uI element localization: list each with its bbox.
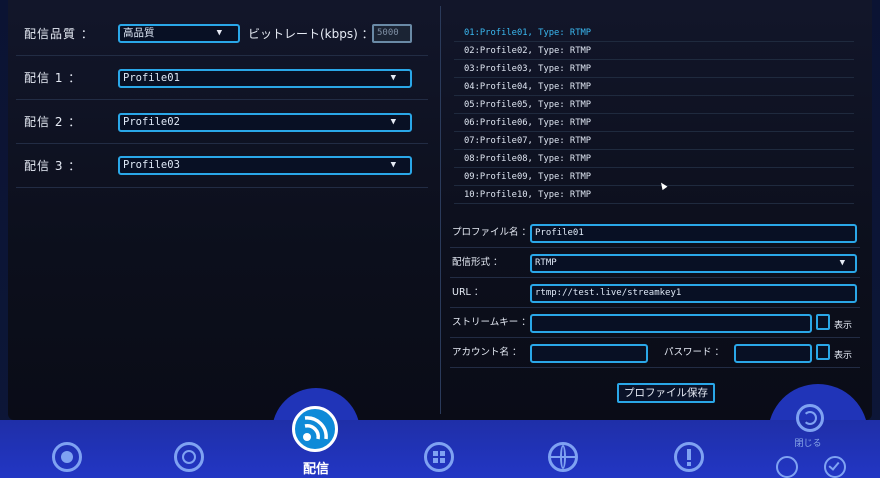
- globe-equator: [551, 456, 575, 458]
- profile-list-item[interactable]: 03:Profile03, Type: RTMP: [454, 60, 854, 78]
- stream-nav-label: 配信: [302, 462, 329, 477]
- stream-row-2: 配信 2 ： Profile02 ▼: [16, 100, 428, 144]
- stream-key-row: ストリームキー ： 表示: [450, 308, 860, 338]
- password-input[interactable]: [734, 344, 812, 363]
- profile-list[interactable]: 01:Profile01, Type: RTMP 02:Profile02, T…: [454, 24, 854, 208]
- stream-2-value: Profile02: [123, 116, 180, 128]
- account-input[interactable]: [530, 344, 648, 363]
- record-icon[interactable]: [52, 442, 82, 472]
- url-row: URL ： rtmp://test.live/streamkey1: [450, 278, 860, 308]
- quality-select[interactable]: 高品質 ▼: [118, 24, 240, 43]
- stream-2-label: 配信 2 ：: [24, 115, 82, 129]
- format-label: 配信形式 ：: [452, 257, 503, 268]
- quality-value: 高品質: [123, 27, 155, 39]
- layout-cell: [433, 451, 438, 456]
- bitrate-input[interactable]: 5000: [372, 24, 412, 43]
- profile-list-item[interactable]: 07:Profile07, Type: RTMP: [454, 132, 854, 150]
- url-input[interactable]: rtmp://test.live/streamkey1: [530, 284, 857, 303]
- password-label: パスワード ：: [664, 347, 725, 358]
- layout-cell: [440, 458, 445, 463]
- profile-list-item[interactable]: 01:Profile01, Type: RTMP: [454, 24, 854, 42]
- layout-cell: [433, 458, 438, 463]
- profile-list-item[interactable]: 06:Profile06, Type: RTMP: [454, 114, 854, 132]
- format-row: 配信形式 ： RTMP ▼: [450, 248, 860, 278]
- stream-1-value: Profile01: [123, 72, 180, 84]
- stream-nav-icon[interactable]: [292, 406, 338, 452]
- check-icon[interactable]: [824, 456, 846, 478]
- profile-list-item[interactable]: 05:Profile05, Type: RTMP: [454, 96, 854, 114]
- check-mark: [828, 459, 840, 471]
- chevron-down-icon: ▼: [390, 73, 396, 83]
- layout-icon[interactable]: [424, 442, 454, 472]
- account-row: アカウント名 ： パスワード ： 表示: [450, 338, 860, 368]
- chevron-down-icon: ▼: [390, 160, 396, 170]
- layout-cell: [440, 451, 445, 456]
- stream-3-label: 配信 3 ：: [24, 159, 82, 173]
- format-select[interactable]: RTMP ▼: [530, 254, 857, 273]
- show-stream-key-checkbox[interactable]: [816, 314, 830, 330]
- chevron-down-icon: ▼: [839, 258, 845, 268]
- profile-name-label: プロファイル名 ：: [452, 227, 532, 238]
- account-label: アカウント名 ：: [452, 347, 522, 358]
- stream-key-label: ストリームキー ：: [452, 317, 531, 328]
- profile-name-row: プロファイル名 ： Profile01: [450, 218, 860, 248]
- show-password-checkbox[interactable]: [816, 344, 830, 360]
- quality-row: 配信品質 ： 高品質 ▼ ビットレート(kbps) ： 5000: [16, 12, 428, 56]
- panel-divider: [440, 6, 441, 414]
- quality-label: 配信品質 ：: [24, 27, 94, 41]
- stream-1-label: 配信 1 ：: [24, 71, 82, 85]
- info-icon[interactable]: [674, 442, 704, 472]
- save-profile-button[interactable]: プロファイル保存: [617, 383, 715, 403]
- stream-3-select[interactable]: Profile03 ▼: [118, 156, 412, 175]
- stream-1-select[interactable]: Profile01 ▼: [118, 69, 412, 88]
- chevron-down-icon: ▼: [216, 28, 222, 38]
- camera-shutter-icon[interactable]: [174, 442, 204, 472]
- globe-icon[interactable]: [548, 442, 578, 472]
- refresh-icon[interactable]: [776, 456, 798, 478]
- back-arc: [803, 411, 817, 425]
- close-label[interactable]: 閉じる: [786, 436, 830, 449]
- record-dot: [61, 451, 73, 463]
- format-value: RTMP: [535, 258, 557, 268]
- stream-row-1: 配信 1 ： Profile01 ▼: [16, 56, 428, 100]
- show-password-label: 表示: [834, 351, 853, 361]
- broadcast-icon: [303, 416, 328, 441]
- url-label: URL ：: [452, 287, 484, 298]
- stream-3-value: Profile03: [123, 159, 180, 171]
- profile-name-input[interactable]: Profile01: [530, 224, 857, 243]
- profile-list-item[interactable]: 10:Profile10, Type: RTMP: [454, 186, 854, 204]
- back-icon[interactable]: [796, 404, 824, 432]
- info-bar: [687, 449, 691, 460]
- profile-list-item[interactable]: 02:Profile02, Type: RTMP: [454, 42, 854, 60]
- profile-list-item[interactable]: 04:Profile04, Type: RTMP: [454, 78, 854, 96]
- info-dot: [687, 462, 691, 466]
- chevron-down-icon: ▼: [390, 117, 396, 127]
- bitrate-label: ビットレート(kbps) ：: [248, 27, 374, 41]
- show-stream-key-label: 表示: [834, 321, 853, 331]
- stream-key-input[interactable]: [530, 314, 812, 333]
- screen: 配信品質 ： 高品質 ▼ ビットレート(kbps) ： 5000 配信 1 ： …: [0, 0, 880, 478]
- profile-list-item[interactable]: 08:Profile08, Type: RTMP: [454, 150, 854, 168]
- profile-list-item[interactable]: 09:Profile09, Type: RTMP: [454, 168, 854, 186]
- stream-row-3: 配信 3 ： Profile03 ▼: [16, 144, 428, 188]
- stream-2-select[interactable]: Profile02 ▼: [118, 113, 412, 132]
- shutter-inner: [182, 450, 196, 464]
